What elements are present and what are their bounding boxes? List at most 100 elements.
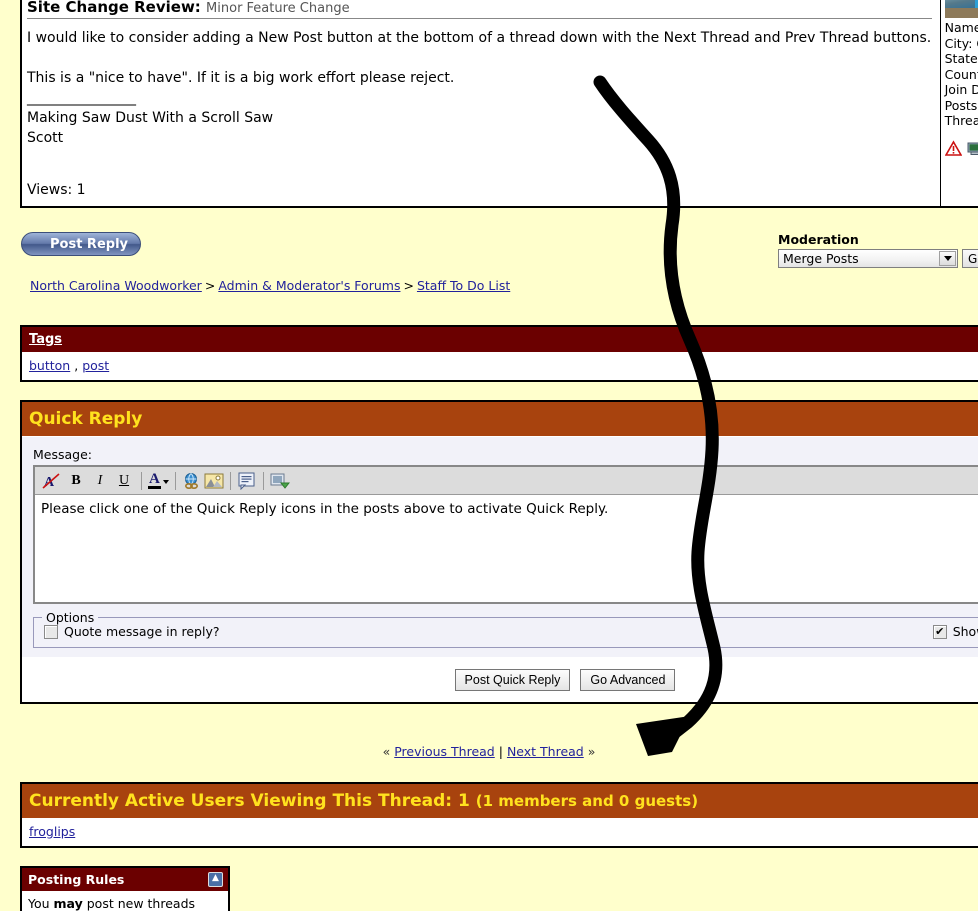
post-title: Site Change Review: Minor Feature Change xyxy=(27,0,932,18)
toolbar-separator-1 xyxy=(141,471,142,490)
tags-separator: , xyxy=(74,358,79,373)
editor-toolbar: A B I U A xyxy=(35,467,978,495)
quote-message-label: Quote message in reply? xyxy=(64,624,220,639)
quick-reply-panel: Quick Reply Message: A B I U A xyxy=(20,400,978,704)
signature-line-2: Scott xyxy=(27,130,64,146)
user-threads-row: Threads: 267 xyxy=(945,113,978,129)
view-profile-icon[interactable] xyxy=(967,140,978,157)
next-chevron-icon: » xyxy=(587,744,596,759)
title-divider xyxy=(27,18,932,19)
user-action-icons xyxy=(944,140,978,158)
breadcrumb-separator-2: > xyxy=(403,278,414,293)
breadcrumb-item-forum-root[interactable]: North Carolina Woodworker xyxy=(30,278,202,293)
post-reply-icon xyxy=(26,235,45,254)
moderation-controls: Merge Posts Go xyxy=(778,249,978,268)
go-advanced-button[interactable]: Go Advanced xyxy=(580,669,676,691)
previous-thread-link[interactable]: Previous Thread xyxy=(394,744,495,759)
underline-icon[interactable]: U xyxy=(113,470,135,491)
posting-rule-line-1-pre: You xyxy=(28,896,50,911)
tags-panel: Tags Edit Tags button , post xyxy=(20,325,978,382)
toolbar-separator-4 xyxy=(262,471,264,490)
moderation-go-button[interactable]: Go xyxy=(962,249,978,268)
post-body: Site Change Review: Minor Feature Change… xyxy=(22,0,941,206)
active-users-heading: Currently Active Users Viewing This Thre… xyxy=(29,791,470,811)
next-thread-link[interactable]: Next Thread xyxy=(507,744,584,759)
moderation-selected-value: Merge Posts xyxy=(783,251,859,266)
active-users-subheading: (1 members and 0 guests) xyxy=(475,792,699,810)
active-users-body: froglips xyxy=(22,818,978,846)
post-paragraph-2: This is a "nice to have". If it is a big… xyxy=(27,70,455,86)
collapse-icon[interactable]: ▲ xyxy=(208,872,223,887)
quote-message-checkbox[interactable] xyxy=(44,624,58,639)
quick-reply-form: Message: A B I U A xyxy=(22,436,978,657)
post-views: Views: 1 xyxy=(27,182,86,198)
tag-post[interactable]: post xyxy=(82,358,109,373)
message-label: Message: xyxy=(33,447,92,462)
post-quick-reply-button[interactable]: Post Quick Reply xyxy=(454,669,571,691)
chevron-down-icon[interactable] xyxy=(939,251,956,266)
active-users-panel: Currently Active Users Viewing This Thre… xyxy=(20,782,978,848)
post-user-panel: Name: Scott City: Cary State: NC County:… xyxy=(939,0,978,206)
user-posts-label: Posts: xyxy=(944,97,978,113)
show-signature-label: Show your signature? xyxy=(952,624,978,639)
message-textarea[interactable]: Please click one of the Quick Reply icon… xyxy=(35,495,978,602)
prev-chevron-icon: « xyxy=(382,744,391,759)
report-post-icon[interactable] xyxy=(944,140,962,157)
user-posts-row: Posts: 3,534 xyxy=(945,98,978,114)
posting-rules-heading: Posting Rules xyxy=(28,872,125,887)
quick-reply-buttons: Post Quick Reply Go Advanced xyxy=(22,657,978,702)
breadcrumb-item-admin-forums[interactable]: Admin & Moderator's Forums xyxy=(218,278,400,293)
show-signature-checkbox[interactable]: ✔ xyxy=(932,624,947,639)
post-reply-button[interactable]: Post Reply xyxy=(21,232,141,256)
posting-rules-panel: Posting Rules ▲ You may post new threads xyxy=(20,866,230,911)
quick-reply-options: Options Quote message in reply? ✔ Show y… xyxy=(33,610,978,648)
user-name: Name: Scott xyxy=(944,20,978,35)
remove-format-icon[interactable]: A xyxy=(41,470,63,491)
show-signature-option[interactable]: ✔ Show your signature? xyxy=(932,624,978,639)
moderation-panel: Moderation Merge Posts Go xyxy=(778,232,978,268)
bold-icon[interactable]: B xyxy=(65,470,87,491)
font-color-chevron-down-icon[interactable] xyxy=(162,479,169,484)
avatar xyxy=(944,0,978,18)
thread-navigation: « Previous Thread | Next Thread » xyxy=(0,744,978,759)
signature-line-1: Making Saw Dust With a Scroll Saw xyxy=(27,110,274,126)
message-editor: A B I U A xyxy=(33,465,978,604)
posting-rule-line-1-post: post new threads xyxy=(86,896,196,911)
active-user-froglips[interactable]: froglips xyxy=(29,824,75,839)
moderation-select[interactable]: Merge Posts xyxy=(778,249,958,268)
options-legend: Options xyxy=(42,610,99,625)
moderation-heading: Moderation xyxy=(778,232,859,247)
signature-divider: __________________ xyxy=(27,90,136,106)
post-container: Site Change Review: Minor Feature Change… xyxy=(20,0,978,208)
tags-header: Tags Edit Tags xyxy=(22,327,978,352)
breadcrumb: North Carolina Woodworker > Admin & Modera… xyxy=(30,278,510,293)
posting-rule-line-1-strong: may xyxy=(53,896,83,911)
posting-rules-header: Posting Rules ▲ xyxy=(22,868,228,891)
insert-quote-icon[interactable] xyxy=(237,472,257,490)
post-title-main: Site Change Review: xyxy=(27,0,201,16)
quick-reply-header: Quick Reply xyxy=(22,402,978,436)
user-state: State: NC xyxy=(944,51,978,66)
user-county: County: Wake xyxy=(944,66,978,82)
quote-message-option[interactable]: Quote message in reply? xyxy=(44,624,220,639)
post-reply-label: Post Reply xyxy=(50,236,128,252)
user-city: City: Cary xyxy=(944,35,978,51)
insert-video-icon[interactable] xyxy=(270,472,290,490)
insert-image-icon[interactable] xyxy=(204,472,224,490)
tags-heading[interactable]: Tags xyxy=(29,332,62,347)
breadcrumb-separator-1: > xyxy=(204,278,216,293)
posting-rules-body: You may post new threads xyxy=(22,891,228,911)
breadcrumb-item-staff-todo[interactable]: Staff To Do List xyxy=(417,278,510,293)
user-joindate: Join Date: Jul 2007 xyxy=(944,82,978,97)
user-info: Name: Scott City: Cary State: NC County:… xyxy=(945,20,978,129)
tag-button[interactable]: button xyxy=(29,358,70,373)
insert-link-icon[interactable] xyxy=(182,472,202,490)
user-threads-label: Threads: xyxy=(944,113,978,128)
font-color-icon[interactable]: A xyxy=(148,470,169,489)
thread-nav-divider: | xyxy=(498,744,503,759)
toolbar-separator-2 xyxy=(174,471,176,490)
font-color-letter: A xyxy=(148,470,161,489)
toolbar-separator-3 xyxy=(229,471,231,490)
italic-icon[interactable]: I xyxy=(89,470,111,491)
